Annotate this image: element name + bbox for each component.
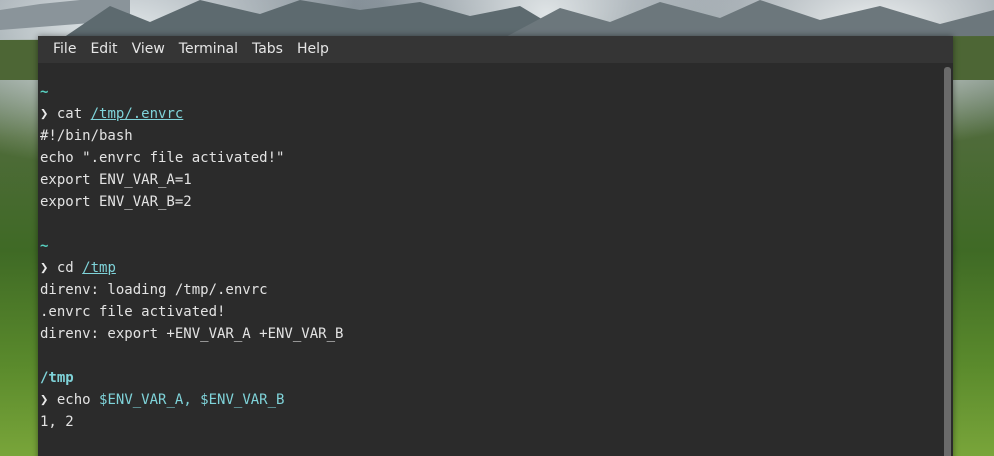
command-line: ❯ echo $ENV_VAR_A, $ENV_VAR_B (38, 389, 941, 411)
command-argument: $ENV_VAR_A, $ENV_VAR_B (99, 392, 285, 408)
prompt-symbol: ❯ (40, 106, 49, 122)
command-argument[interactable]: /tmp (82, 260, 116, 276)
prompt-directory: /tmp (40, 370, 74, 386)
vertical-scrollbar[interactable] (943, 65, 951, 456)
menu-terminal[interactable]: Terminal (172, 36, 245, 63)
terminal-window[interactable]: File Edit View Terminal Tabs Help ~ ❯ ca… (38, 36, 953, 456)
command-line: ❯ cd /tmp (38, 257, 941, 279)
output-line: direnv: loading /tmp/.envrc (40, 282, 268, 298)
scrollbar-thumb[interactable] (944, 67, 951, 456)
output-line: #!/bin/bash (40, 128, 133, 144)
output-line: export ENV_VAR_A=1 (40, 172, 192, 188)
prompt-directory: ~ (40, 238, 49, 254)
command-line: ❯ cat /tmp/.envrc (38, 103, 941, 125)
output-line: .envrc file activated! (40, 304, 226, 320)
menu-edit[interactable]: Edit (83, 36, 124, 63)
menu-tabs[interactable]: Tabs (245, 36, 290, 63)
output-line: echo ".envrc file activated!" (40, 150, 285, 166)
prompt-symbol: ❯ (40, 260, 49, 276)
menu-file[interactable]: File (46, 36, 83, 63)
output-line: direnv: export +ENV_VAR_A +ENV_VAR_B (40, 326, 344, 342)
terminal-output[interactable]: ~ ❯ cat /tmp/.envrc #!/bin/bash echo ".e… (38, 63, 941, 456)
output-line: export ENV_VAR_B=2 (40, 194, 192, 210)
command-name: cat (56, 106, 83, 122)
menu-view[interactable]: View (125, 36, 172, 63)
desktop-wallpaper: File Edit View Terminal Tabs Help ~ ❯ ca… (0, 0, 994, 456)
menu-bar: File Edit View Terminal Tabs Help (38, 36, 953, 63)
prompt-directory: ~ (40, 84, 49, 100)
command-name: echo (56, 392, 91, 408)
prompt-symbol: ❯ (40, 392, 49, 408)
command-argument[interactable]: /tmp/.envrc (91, 106, 184, 122)
command-name: cd (56, 260, 74, 276)
menu-help[interactable]: Help (290, 36, 336, 63)
output-line: 1, 2 (40, 414, 74, 430)
